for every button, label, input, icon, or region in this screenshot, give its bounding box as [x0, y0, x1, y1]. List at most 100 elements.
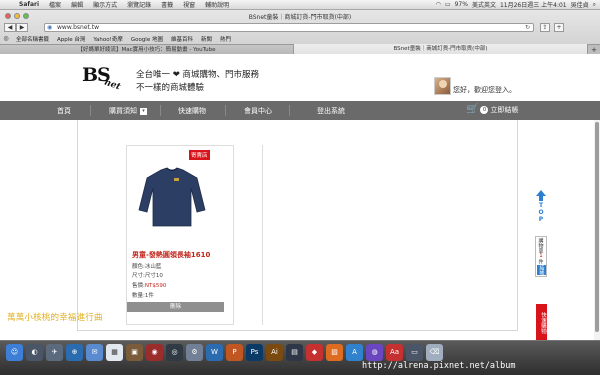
slogan-sub: 不一樣的商城體驗 — [136, 83, 205, 93]
side-cart-label: 購物車 — [537, 238, 544, 253]
store-badge: 寄賣店 — [189, 150, 210, 160]
nav-purchase-info[interactable]: 購買須知 ▾ — [109, 106, 147, 116]
site-nav: 首頁 購買須知 ▾ 快速購物 會員中心 登出系統 🛒 0 立即結帳 — [0, 101, 600, 120]
wifi-icon[interactable]: ◠ — [436, 1, 441, 8]
checkout-label: 立即結帳 — [490, 105, 519, 114]
bookmark-popular[interactable]: 熱門 — [216, 35, 235, 43]
menu-history[interactable]: 瀏覽記錄 — [122, 0, 156, 9]
reload-icon[interactable]: ↻ — [525, 24, 530, 31]
menu-view[interactable]: 顯示方式 — [88, 0, 122, 9]
cart-count: 0 — [480, 105, 489, 114]
menu-file[interactable]: 檔案 — [44, 0, 66, 9]
product-qty: 數量:1件 — [132, 293, 154, 299]
photoshop-icon[interactable]: Ps — [246, 344, 263, 361]
product-name[interactable]: 男童-發熱圓領長袖1610 — [132, 250, 210, 260]
back-to-top-button[interactable]: TOP — [535, 190, 547, 223]
nav-home[interactable]: 首頁 — [57, 106, 71, 116]
chevron-down-icon[interactable]: ▾ — [140, 107, 147, 115]
finder-icon[interactable]: ☺ — [6, 344, 23, 361]
browser-chrome: BSnet童裝｜商城訂貨-門市取貨(中部) ◀ ▶ ◉ www.bsnet.tw… — [0, 10, 600, 54]
toolbar: ◀ ▶ ◉ www.bsnet.tw ↻ ⇪ + — [0, 21, 600, 33]
menu-bookmarks[interactable]: 書籤 — [156, 0, 178, 9]
firefox-icon[interactable]: ◍ — [366, 344, 383, 361]
address-bar[interactable]: ◉ www.bsnet.tw ↻ — [44, 22, 534, 32]
dashboard-icon[interactable]: ◐ — [26, 344, 43, 361]
nav-quick-order[interactable]: 快速購物 — [178, 106, 206, 116]
avatar[interactable] — [434, 77, 451, 95]
welcome-text: 您好，歡迎您登入。 — [453, 86, 516, 94]
welcome-area: 您好，歡迎您登入。 — [434, 77, 516, 95]
handwritten-caption: 萬萬小核桃的幸福進行曲 — [7, 313, 103, 323]
word-icon[interactable]: W — [206, 344, 223, 361]
input-source[interactable]: 美式英文 — [472, 0, 496, 9]
clock[interactable]: 11月26日週三 上午4:01 — [500, 0, 567, 9]
dictionary-icon[interactable]: Aa — [386, 344, 403, 361]
user-name[interactable]: 吳佳貞 — [571, 0, 589, 9]
product-image[interactable] — [133, 162, 211, 232]
tab-bar: 【好媽單好綾流】Mac實用小技巧：簡易動畫 - YouTube BSnet童裝｜… — [0, 44, 600, 54]
scrollbar-thumb[interactable] — [595, 122, 599, 332]
product-price: NT$590 — [144, 283, 167, 289]
nav-divider — [160, 105, 161, 116]
nav-member-center[interactable]: 會員中心 — [244, 106, 272, 116]
bookmark-yahoo[interactable]: Yahoo!奇摩 — [89, 35, 126, 43]
menu-app-name[interactable]: Safari — [14, 1, 44, 8]
cart-icon: 🛒 — [466, 104, 479, 115]
share-icon[interactable]: ⇪ — [540, 22, 550, 32]
mail-icon[interactable]: ✉ — [86, 344, 103, 361]
nav-divider — [90, 105, 91, 116]
checkout-button[interactable]: 🛒 0 立即結帳 — [466, 104, 518, 115]
tab-youtube[interactable]: 【好媽單好綾流】Mac實用小技巧：簡易動畫 - YouTube — [0, 44, 294, 54]
battery-icon[interactable]: ▭ — [445, 1, 451, 8]
side-checkout-button[interactable]: 結帳 — [536, 265, 546, 275]
back-icon[interactable]: ◀ — [4, 22, 16, 32]
site-logo[interactable]: BS net — [82, 64, 127, 96]
bookmarks-bar: ◎ 全部名稱書籤 Apple 台灣 Yahoo!奇摩 Google 地圖 維基百… — [0, 34, 600, 43]
menu-window[interactable]: 視窗 — [178, 0, 200, 9]
arrow-up-stem — [539, 196, 543, 201]
menubar-status: ◠ ▭ 97% 美式英文 11月26日週三 上午4:01 吳佳貞 ⌕ — [436, 0, 600, 10]
url-text: www.bsnet.tw — [57, 23, 100, 31]
watermark: http://alrena.pixnet.net/album — [362, 361, 516, 371]
page-scrollbar[interactable] — [594, 120, 600, 340]
folder-icon[interactable]: ▭ — [406, 344, 423, 361]
dock-icons: ☺ ◐ ✈ ⊕ ✉ ▦ ▣ ◉ ◎ ⚙ W P Ps Ai ▤ ◆ ▨ A ◍ … — [6, 344, 443, 361]
preview-icon[interactable]: ▨ — [326, 344, 343, 361]
nav-buttons: ◀ ▶ — [4, 22, 28, 32]
powerpoint-icon[interactable]: P — [226, 344, 243, 361]
search-icon[interactable]: ⌕ — [593, 1, 596, 9]
terminal-icon[interactable]: ▤ — [286, 344, 303, 361]
photo-booth-icon[interactable]: ◉ — [146, 344, 163, 361]
dvd-player-icon[interactable]: ◎ — [166, 344, 183, 361]
system-prefs-icon[interactable]: ⚙ — [186, 344, 203, 361]
app-store-icon[interactable]: A — [346, 344, 363, 361]
bookmark-apple[interactable]: Apple 台灣 — [53, 35, 89, 43]
delete-button[interactable]: 刪除 — [127, 302, 224, 312]
menu-help[interactable]: 輔助說明 — [200, 0, 234, 9]
illustrator-icon[interactable]: Ai — [266, 344, 283, 361]
forward-icon[interactable]: ▶ — [16, 22, 28, 32]
product-size: 尺寸:尺寸10 — [132, 273, 163, 279]
side-cart-widget[interactable]: 購物車 1 件 結帳 — [535, 236, 547, 277]
bookmark-google-maps[interactable]: Google 地圖 — [127, 35, 167, 43]
quick-buy-button[interactable]: 快速購物 — [536, 304, 547, 340]
new-tab-icon[interactable]: + — [588, 44, 600, 54]
trash-icon[interactable]: ⌫ — [426, 344, 443, 361]
add-icon[interactable]: + — [554, 22, 564, 32]
bookmark-news[interactable]: 新聞 — [197, 35, 216, 43]
calendar-icon[interactable]: ▦ — [106, 344, 123, 361]
reading-list-icon[interactable]: ◎ — [0, 35, 12, 42]
window-title: BSnet童裝｜商城訂貨-門市取貨(中部) — [248, 14, 352, 21]
safari-icon[interactable]: ⊕ — [66, 344, 83, 361]
side-cart-unit: 件 — [537, 259, 544, 264]
bookmark-wikipedia[interactable]: 維基百科 — [167, 35, 197, 43]
launchpad-icon[interactable]: ✈ — [46, 344, 63, 361]
app-icon-red[interactable]: ◆ — [306, 344, 323, 361]
photos-icon[interactable]: ▣ — [126, 344, 143, 361]
tab-bsnet[interactable]: BSnet童裝｜商城訂貨-門市取貨(中部) — [294, 44, 588, 54]
site-icon: ◉ — [47, 23, 53, 31]
bookmark-all[interactable]: 全部名稱書籤 — [12, 35, 53, 43]
menu-edit[interactable]: 編輯 — [66, 0, 88, 9]
mac-menubar: Safari 檔案 編輯 顯示方式 瀏覽記錄 書籤 視窗 輔助說明 ◠ ▭ 97… — [0, 0, 600, 10]
nav-logout[interactable]: 登出系統 — [317, 106, 345, 116]
